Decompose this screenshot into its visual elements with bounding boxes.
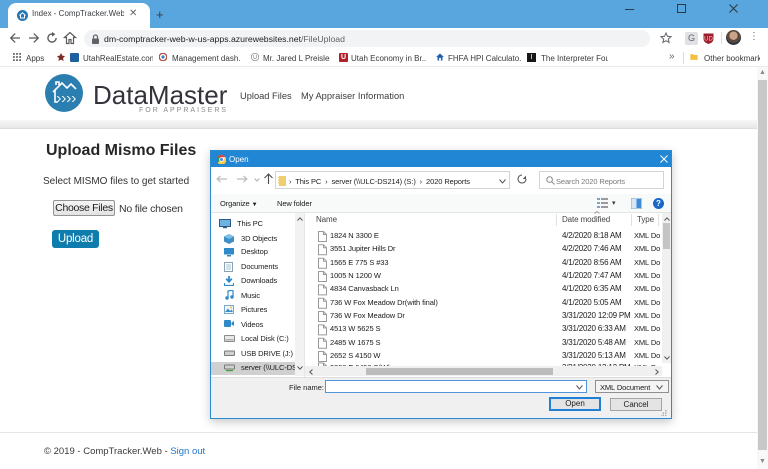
- svg-text:U: U: [253, 55, 257, 61]
- svg-text:?: ?: [656, 199, 661, 208]
- svg-text:UD: UD: [704, 36, 713, 42]
